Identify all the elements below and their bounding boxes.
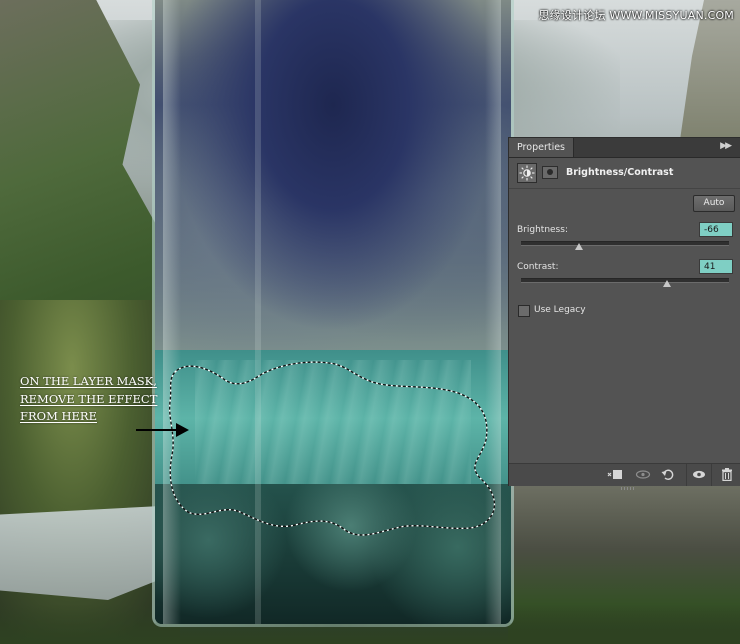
instruction-line-2: REMOVE THE EFFECT	[20, 391, 158, 406]
contrast-label: Contrast:	[517, 262, 559, 272]
delete-trash-icon[interactable]	[720, 468, 734, 482]
visibility-eye-icon[interactable]	[692, 468, 706, 481]
watermark-text: 思缘设计论坛 WWW.MISSYUAN.COM	[538, 9, 734, 22]
layer-mask-icon[interactable]	[542, 166, 558, 179]
adjustment-title: Brightness/Contrast	[566, 167, 674, 178]
properties-panel: Properties ▶▶ Brightness/Contrast Auto B…	[508, 137, 740, 490]
visibility-toggle[interactable]	[686, 464, 712, 486]
instruction-line-1: ON THE LAYER MASK,	[20, 374, 157, 388]
panel-resize-grip[interactable]	[621, 487, 635, 490]
adjustment-header: Brightness/Contrast	[509, 158, 740, 189]
selection-outline-white	[169, 361, 496, 536]
reset-icon[interactable]	[661, 468, 675, 481]
clip-to-layer-icon[interactable]	[607, 468, 622, 481]
panel-titlebar: Properties ▶▶	[509, 138, 740, 158]
instruction-note: ON THE LAYER MASK, REMOVE THE EFFECT FRO…	[20, 373, 157, 426]
brightness-value-field[interactable]: -66	[699, 222, 733, 237]
contrast-slider-track[interactable]	[521, 278, 729, 283]
arrow-right-icon	[136, 423, 189, 437]
tab-properties[interactable]: Properties	[509, 138, 575, 157]
auto-button[interactable]: Auto	[693, 195, 735, 212]
view-previous-state-icon[interactable]	[635, 468, 651, 481]
contrast-slider-thumb[interactable]	[662, 280, 671, 287]
use-legacy-label: Use Legacy	[534, 305, 586, 315]
brightness-slider-track[interactable]	[521, 241, 729, 246]
use-legacy-checkbox[interactable]	[518, 305, 530, 317]
brightness-contrast-icon[interactable]	[517, 163, 537, 183]
double-chevron-right-icon[interactable]: ▶▶	[720, 141, 732, 151]
brightness-slider-thumb[interactable]	[575, 243, 584, 250]
panel-footer	[509, 463, 740, 490]
contrast-value-field[interactable]: 41	[699, 259, 733, 274]
selection-outline-black	[169, 361, 496, 536]
brightness-label: Brightness:	[517, 225, 568, 235]
